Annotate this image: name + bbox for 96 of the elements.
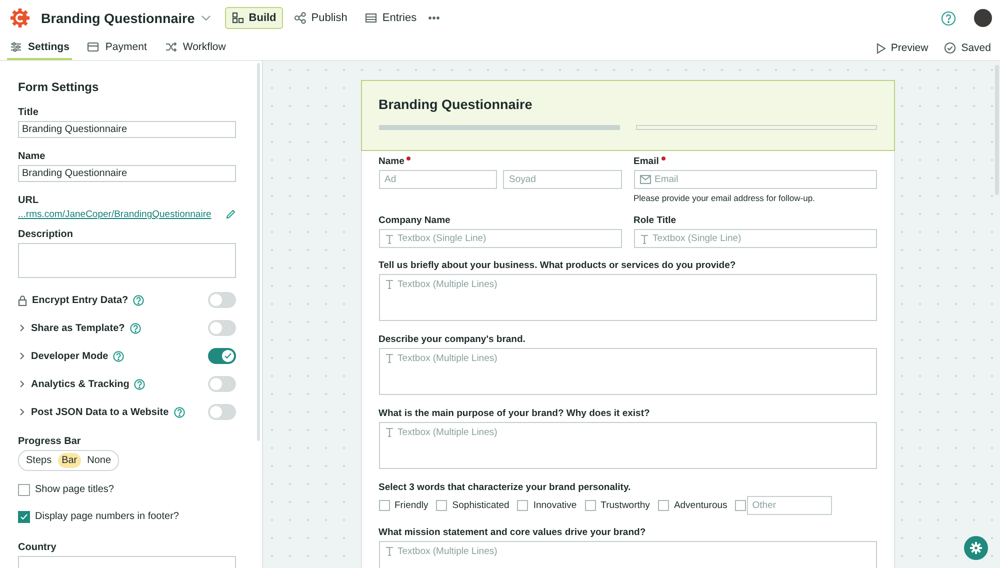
question-label: Describe your company's brand. (378, 334, 526, 345)
card-icon (87, 41, 100, 53)
setting-label: Encrypt Entry Data? (32, 294, 128, 306)
segment-option[interactable]: None (83, 453, 116, 468)
lock-icon (18, 294, 27, 306)
envelope-icon (640, 175, 650, 184)
help-icon (134, 378, 146, 390)
scrollbar[interactable] (257, 63, 260, 441)
chevron-right-icon[interactable] (19, 408, 25, 416)
question-label: Name (378, 156, 404, 167)
checkbox-label: Display page numbers in footer? (35, 511, 179, 522)
text-cursor-icon (384, 546, 394, 556)
field-label: Progress Bar (18, 436, 82, 447)
checkbox[interactable] (378, 500, 390, 511)
gear-logo-icon (9, 7, 31, 29)
segment-option[interactable]: Bar (58, 453, 82, 468)
checkbox[interactable] (517, 500, 528, 511)
nav-tab[interactable]: Publish (287, 7, 354, 29)
list-icon (365, 12, 378, 24)
question-label: What is the main purpose of your brand? Why does it exist? (378, 408, 651, 419)
chevron-right-icon[interactable] (19, 380, 25, 388)
panel-heading: Form Settings (18, 80, 100, 94)
checkbox-label: Trustworthy (600, 500, 650, 511)
setting-label: Share as Template? (31, 322, 125, 334)
check-icon (20, 512, 28, 520)
question-label: Tell us briefly about your business. What products or services do you provide? (378, 260, 737, 271)
field-label: Name (18, 151, 46, 162)
text-cursor-icon (384, 353, 394, 363)
help-icon (174, 406, 185, 418)
field-label: Description (18, 229, 74, 240)
toggle-switch[interactable] (208, 376, 236, 392)
checkbox-label: Friendly (394, 500, 428, 511)
toggle-switch[interactable] (208, 292, 236, 308)
form-heading: Branding Questionnaire (378, 97, 534, 112)
description-field[interactable] (18, 243, 236, 278)
toggle-switch[interactable] (208, 348, 236, 364)
segment-option[interactable]: Steps (22, 453, 56, 468)
field-hint: Please provide your email address for follow-up. (634, 193, 816, 203)
setting-label: Developer Mode (31, 350, 108, 362)
text-cursor-icon (384, 427, 394, 437)
help-icon (130, 322, 141, 334)
text-field[interactable]: Branding Questionnaire (18, 165, 236, 182)
chevron-right-icon[interactable] (19, 352, 25, 360)
setting-label: Analytics & Tracking (31, 378, 130, 390)
chevron-down-icon (200, 15, 211, 21)
question-label: Select 3 words that characterize your brand personality. (378, 482, 632, 493)
help-icon[interactable] (941, 10, 956, 26)
form-title: Branding Questionnaire (41, 10, 195, 26)
help-icon (113, 350, 124, 362)
sliders-icon (10, 41, 22, 53)
toggle-switch[interactable] (208, 320, 236, 336)
share-icon (294, 12, 306, 24)
play-icon (876, 42, 886, 54)
question-label: Company Name (378, 215, 452, 226)
check-icon (224, 352, 232, 360)
setting-label: Post JSON Data to a Website (31, 406, 169, 418)
help-icon (133, 294, 144, 306)
check-circle-icon (944, 42, 956, 54)
checkbox-label: Adventurous (674, 500, 728, 511)
question-label: Email (634, 156, 659, 167)
checkbox[interactable] (658, 500, 669, 511)
field-label: URL (18, 195, 40, 206)
text-field[interactable]: Branding Questionnaire (18, 121, 236, 138)
checkbox[interactable] (18, 510, 30, 522)
settings-tab[interactable]: Settings (7, 36, 72, 60)
country-field[interactable] (18, 556, 236, 568)
url-link[interactable]: ...rms.com/JaneCoper/BrandingQuestionnaire (18, 209, 212, 220)
text-cursor-icon (384, 234, 394, 244)
saved-status: Saved (942, 36, 993, 60)
question-label: Role Title (634, 215, 678, 226)
field-label: Country (18, 542, 58, 553)
checkbox-label: Sophisticated (452, 500, 510, 511)
checkbox[interactable] (584, 500, 596, 511)
chevron-right-icon[interactable] (19, 324, 25, 332)
gear-icon (969, 541, 983, 555)
checkbox[interactable] (436, 500, 448, 511)
settings-tab[interactable]: Workflow (162, 36, 229, 60)
nav-tab[interactable]: Entries (358, 7, 424, 29)
avatar[interactable] (974, 9, 992, 27)
text-cursor-icon (384, 279, 394, 289)
text-cursor-icon (640, 234, 648, 244)
checkbox[interactable] (18, 484, 30, 496)
more-icon (428, 16, 440, 20)
checkbox-label: Innovative (533, 500, 577, 511)
grid-icon (232, 12, 244, 24)
checkbox[interactable] (735, 500, 746, 511)
preview-button[interactable]: Preview (874, 36, 930, 60)
settings-tab[interactable]: Payment (84, 36, 150, 60)
checkbox-label: Show page titles? (35, 484, 114, 495)
nav-tab[interactable]: Build (224, 7, 284, 29)
field-label: Title (18, 107, 40, 118)
settings-button[interactable] (964, 536, 988, 560)
shuffle-icon (164, 41, 177, 53)
question-label: What mission statement and core values drive your brand? (378, 527, 647, 538)
pencil-icon[interactable] (225, 209, 236, 220)
toggle-switch[interactable] (208, 404, 236, 420)
